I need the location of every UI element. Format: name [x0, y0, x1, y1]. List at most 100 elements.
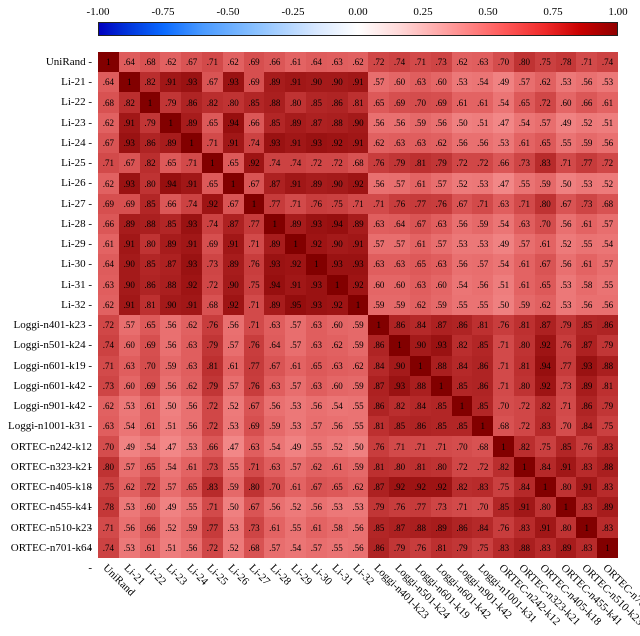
heatmap-cell: .79: [597, 335, 618, 355]
heatmap-cell: .57: [285, 335, 306, 355]
heatmap-cell: .67: [119, 153, 140, 173]
heatmap-row: .70.49.54.47.53.66.47.63.54.49.55.52.50.…: [98, 436, 618, 456]
heatmap-cell: .76: [431, 194, 452, 214]
heatmap-cell: .89: [264, 72, 285, 92]
heatmap-cell: .76: [389, 194, 410, 214]
heatmap-cell: .76: [493, 315, 514, 335]
heatmap-row: .67.93.86.891.71.91.74.93.91.93.92.91.62…: [98, 133, 618, 153]
heatmap-cell: .74: [202, 214, 223, 234]
heatmap-cell: .56: [472, 275, 493, 295]
heatmap-cell: .62: [327, 335, 348, 355]
heatmap-cell: .72: [597, 153, 618, 173]
heatmap-cell: .71: [431, 436, 452, 456]
heatmap-cell: .73: [514, 153, 535, 173]
heatmap-cell: .49: [556, 113, 577, 133]
heatmap-cell: .80: [223, 92, 244, 112]
heatmap-cell: .72: [202, 416, 223, 436]
heatmap-cell: .93: [306, 295, 327, 315]
heatmap-cell: .72: [514, 396, 535, 416]
heatmap-row: .74.53.61.51.56.72.52.68.57.54.57.55.56.…: [98, 538, 618, 558]
heatmap-cell: .50: [223, 497, 244, 517]
heatmap-cell: .71: [202, 52, 223, 72]
heatmap-cell: .89: [431, 517, 452, 537]
heatmap-cell: .81: [368, 416, 389, 436]
heatmap-cell: .76: [576, 436, 597, 456]
heatmap-cell: .86: [410, 416, 431, 436]
heatmap-cell: .90: [223, 275, 244, 295]
heatmap-cell: .81: [368, 457, 389, 477]
heatmap-cell: .92: [389, 477, 410, 497]
heatmap-cell: .56: [119, 517, 140, 537]
heatmap-cell: .92: [306, 234, 327, 254]
heatmap-cell: .61: [264, 517, 285, 537]
heatmap-cell: .54: [140, 436, 161, 456]
heatmap-cell: .54: [597, 234, 618, 254]
heatmap-cell: .63: [119, 356, 140, 376]
heatmap-cell: .59: [410, 113, 431, 133]
heatmap-cell: .81: [472, 315, 493, 335]
heatmap-cell: .65: [202, 113, 223, 133]
heatmap-cell: .76: [244, 254, 265, 274]
heatmap-cell: .49: [285, 436, 306, 456]
heatmap-cell: .61: [535, 234, 556, 254]
heatmap-cell: .54: [119, 416, 140, 436]
heatmap-cell: .53: [348, 497, 369, 517]
heatmap-cell: .92: [327, 295, 348, 315]
heatmap-cell: .92: [327, 133, 348, 153]
y-axis-label: Li-25 -: [6, 153, 92, 173]
heatmap-cell: .53: [556, 295, 577, 315]
heatmap-cell: .85: [452, 416, 473, 436]
heatmap-cell: .70: [493, 52, 514, 72]
heatmap-row: .641.82.91.93.67.93.69.89.91.90.90.91.57…: [98, 72, 618, 92]
heatmap-cell: .86: [472, 376, 493, 396]
heatmap-cell: .57: [306, 538, 327, 558]
heatmap-cell: .62: [535, 295, 556, 315]
heatmap-cell: .71: [202, 497, 223, 517]
heatmap-cell: .75: [535, 436, 556, 456]
heatmap-cell: .71: [493, 335, 514, 355]
heatmap-cell: 1: [181, 133, 202, 153]
heatmap-cell: .63: [306, 376, 327, 396]
heatmap-cell: .84: [514, 477, 535, 497]
heatmap-cell: .80: [514, 376, 535, 396]
y-axis-label: Li-30 -: [6, 254, 92, 274]
heatmap-cell: .71: [244, 295, 265, 315]
heatmap-cell: .71: [348, 194, 369, 214]
heatmap-cell: .63: [493, 194, 514, 214]
heatmap-cell: .77: [410, 194, 431, 214]
heatmap-cell: .57: [431, 173, 452, 193]
heatmap-cell: .66: [140, 517, 161, 537]
heatmap-cell: .51: [472, 113, 493, 133]
heatmap-cell: .56: [306, 497, 327, 517]
heatmap-cell: .53: [452, 72, 473, 92]
y-axis-label: Li-23 -: [6, 113, 92, 133]
heatmap-cell: .82: [140, 72, 161, 92]
heatmap-cell: .66: [576, 92, 597, 112]
heatmap-cell: .81: [410, 457, 431, 477]
colorbar-tick: 1.00: [608, 6, 627, 18]
heatmap-cell: .90: [119, 275, 140, 295]
heatmap-cell: .63: [327, 52, 348, 72]
heatmap-cell: .73: [431, 52, 452, 72]
heatmap-cell: .61: [98, 234, 119, 254]
heatmap-cell: .71: [244, 457, 265, 477]
heatmap-cell: .56: [472, 133, 493, 153]
heatmap-cell: .54: [327, 396, 348, 416]
y-axis-label: Li-29 -: [6, 234, 92, 254]
heatmap-cell: .70: [264, 477, 285, 497]
heatmap-cell: .71: [493, 356, 514, 376]
heatmap-cell: .69: [389, 92, 410, 112]
heatmap-cell: .70: [535, 214, 556, 234]
heatmap-cell: .87: [389, 517, 410, 537]
heatmap-cell: .91: [348, 133, 369, 153]
heatmap-cell: .56: [597, 133, 618, 153]
heatmap-cell: .85: [431, 396, 452, 416]
heatmap-cell: .56: [348, 517, 369, 537]
heatmap-cell: .83: [576, 497, 597, 517]
heatmap-cell: .65: [535, 275, 556, 295]
heatmap-cell: .81: [410, 153, 431, 173]
heatmap-cell: .85: [264, 113, 285, 133]
heatmap-cell: .71: [410, 52, 431, 72]
heatmap-cell: .73: [98, 376, 119, 396]
heatmap-cell: .80: [244, 477, 265, 497]
